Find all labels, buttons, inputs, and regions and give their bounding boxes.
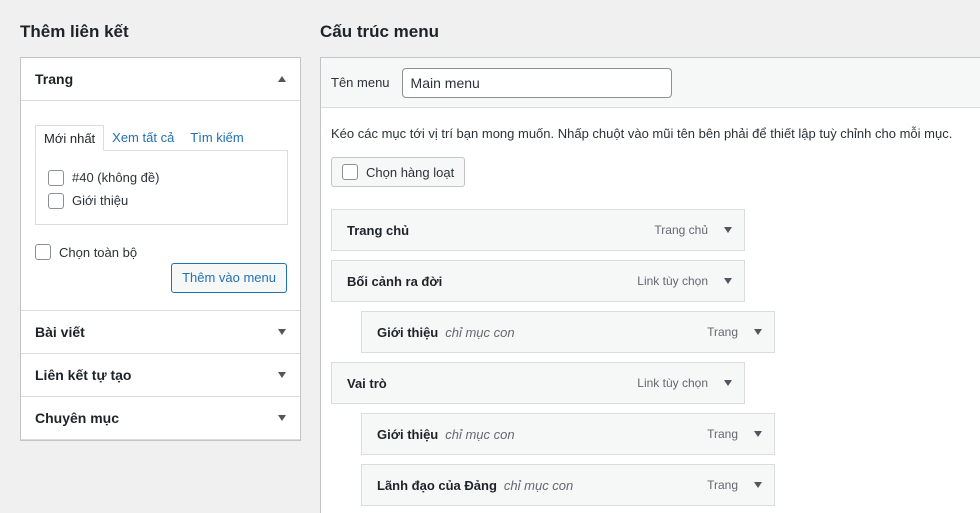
chevron-down-icon[interactable] [754, 482, 762, 488]
menu-item[interactable]: Bối cảnh ra đời Link tùy chọn [331, 260, 745, 302]
list-item-label: #40 (không đề) [72, 170, 160, 185]
checkbox[interactable] [48, 192, 64, 209]
menu-item-title: Giới thiệu [377, 426, 439, 442]
menu-item[interactable]: Trang chủ Trang chủ [331, 209, 745, 251]
menu-item-subitem-note: chỉ mục con [503, 477, 574, 493]
chevron-down-icon[interactable] [724, 380, 732, 386]
tab-latest[interactable]: Mới nhất [35, 125, 105, 151]
accordion-categories-label: Chuyên mục [35, 410, 120, 426]
pages-list: #40 (không đề) Giới thiệu [35, 150, 288, 225]
list-item[interactable]: #40 (không đề) [36, 166, 287, 189]
menu-item[interactable]: Vai trò Link tùy chọn [331, 362, 745, 404]
menu-item-type: Trang [707, 478, 738, 492]
menu-item-title: Bối cảnh ra đời [347, 273, 443, 289]
select-all-checkbox[interactable] [35, 244, 51, 260]
select-all-label: Chọn toàn bộ [59, 244, 138, 260]
select-all[interactable]: Chọn toàn bộ [35, 244, 137, 260]
menu-structure-panel: Tên menu Kéo các mục tới vị trí bạn mong… [320, 57, 980, 513]
bulk-select-button[interactable]: Chọn hàng loạt [331, 157, 466, 187]
tab-view-all[interactable]: Xem tất cả [104, 125, 182, 151]
accordion-posts-label: Bài viết [35, 324, 85, 340]
chevron-down-icon[interactable] [724, 278, 732, 284]
chevron-down-icon[interactable] [754, 431, 762, 437]
accordion-posts[interactable]: Bài viết [21, 311, 300, 354]
accordion-pages[interactable]: Trang [21, 58, 300, 101]
menu-item-type: Link tùy chọn [637, 274, 708, 288]
chevron-down-icon [278, 372, 286, 378]
menu-instructions: Kéo các mục tới vị trí bạn mong muốn. Nh… [331, 126, 953, 141]
menu-name-row: Tên menu [321, 58, 980, 108]
menu-item-child[interactable]: Lãnh đạo của Đảng chỉ mục con Trang [361, 464, 775, 506]
chevron-up-icon [278, 76, 286, 82]
menu-editor-page: Thêm liên kết Trang Mới nhất Xem tất cả … [0, 0, 980, 513]
menu-name-input[interactable] [401, 67, 672, 98]
tab-search[interactable]: Tìm kiếm [182, 125, 251, 151]
menu-item-subitem-note: chỉ mục con [445, 324, 515, 340]
menu-item-type: Trang chủ [654, 223, 708, 237]
add-to-menu-button[interactable]: Thêm vào menu [171, 263, 287, 293]
checkbox[interactable] [48, 169, 64, 186]
accordion-custom-links-label: Liên kết tự tạo [35, 367, 132, 383]
menu-item-title: Giới thiệu [377, 324, 439, 340]
bulk-select-checkbox[interactable] [342, 164, 358, 180]
menu-item-child[interactable]: Giới thiệu chỉ mục con Trang [361, 413, 775, 455]
menu-item-type: Trang [707, 427, 738, 441]
chevron-down-icon [278, 329, 286, 335]
bulk-select-label: Chọn hàng loạt [366, 164, 455, 180]
menu-item-child[interactable]: Giới thiệu chỉ mục con Trang [361, 311, 775, 353]
menu-item-title: Trang chủ [347, 222, 410, 238]
accordion-custom-links[interactable]: Liên kết tự tạo [21, 354, 300, 397]
list-item-label: Giới thiệu [72, 193, 129, 208]
chevron-down-icon[interactable] [724, 227, 732, 233]
chevron-down-icon [278, 415, 286, 421]
accordion-categories[interactable]: Chuyên mục [21, 397, 300, 440]
pages-accordion-body: Mới nhất Xem tất cả Tìm kiếm #40 (không … [21, 101, 300, 311]
menu-item-type: Trang [707, 325, 738, 339]
menu-structure-title: Cấu trúc menu [320, 22, 440, 41]
menu-item-subitem-note: chỉ mục con [445, 426, 515, 442]
menu-item-type: Link tùy chọn [637, 376, 708, 390]
list-item[interactable]: Giới thiệu [36, 189, 287, 212]
add-links-panel: Trang Mới nhất Xem tất cả Tìm kiếm #40 (… [20, 57, 301, 441]
chevron-down-icon[interactable] [754, 329, 762, 335]
accordion-pages-label: Trang [35, 71, 74, 87]
add-links-title: Thêm liên kết [20, 22, 129, 41]
pages-tabs: Mới nhất Xem tất cả Tìm kiếm [35, 125, 252, 151]
menu-item-title: Vai trò [347, 375, 387, 391]
menu-item-title: Lãnh đạo của Đảng [377, 477, 497, 493]
menu-name-label: Tên menu [331, 75, 390, 90]
